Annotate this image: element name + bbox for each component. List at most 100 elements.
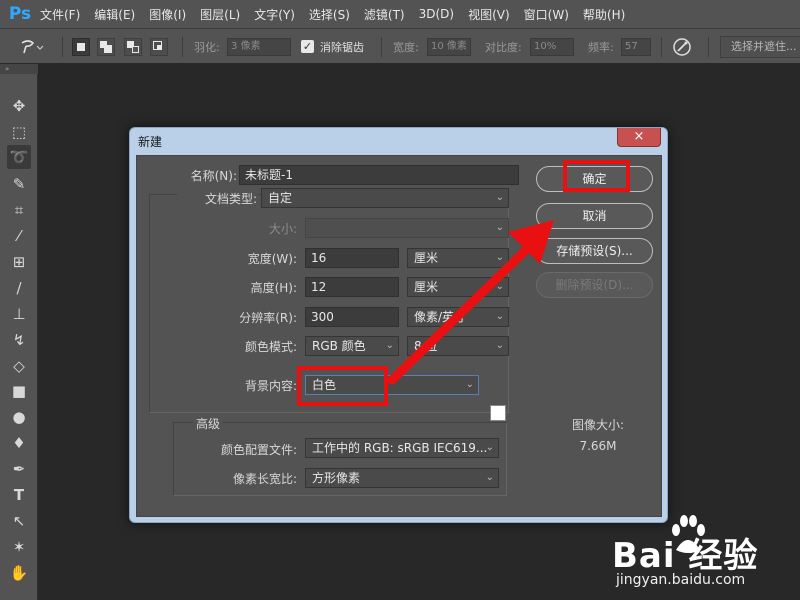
background-color-swatch[interactable] (490, 405, 506, 421)
chevron-down-icon: ⌄ (495, 281, 504, 292)
menu-image[interactable]: 图像(I) (149, 6, 186, 23)
menu-bar: Ps 文件(F) 编辑(E) 图像(I) 图层(L) 文字(Y) 选择(S) 滤… (0, 0, 800, 28)
doc-type-select[interactable]: 自定 ⌄ (261, 188, 509, 208)
magnetic-lasso-icon[interactable] (18, 29, 44, 65)
options-bar: 羽化: 3 像素 ✓ 消除锯齿 宽度: 10 像素 对比度: 10% 频率: 5… (0, 28, 800, 64)
pixel-aspect-select[interactable]: 方形像素 ⌄ (305, 468, 499, 488)
chevron-down-icon: ⌄ (495, 340, 504, 351)
photoshop-logo: Ps (8, 4, 32, 24)
resolution-unit-select[interactable]: 像素/英寸 ⌄ (407, 307, 509, 327)
width-unit-select[interactable]: 厘米 ⌄ (407, 248, 509, 268)
frequency-label: 频率: (588, 41, 614, 54)
brush-tool-icon[interactable]: ∕ (7, 276, 31, 300)
chevron-down-icon: ⌄ (485, 472, 494, 483)
doc-type-label: 文档类型: (177, 190, 257, 207)
width-input[interactable]: 16 (305, 248, 399, 268)
chevron-down-icon: ⌄ (495, 222, 504, 233)
chevron-down-icon: ⌄ (495, 192, 504, 203)
menu-help[interactable]: 帮助(H) (583, 6, 625, 23)
chevron-down-icon: ⌄ (495, 311, 504, 322)
dodge-tool-icon[interactable]: ♦ (7, 431, 31, 455)
pen-tool-icon[interactable]: ✒ (7, 457, 31, 481)
width-unit-value: 厘米 (414, 251, 439, 265)
eyedropper-tool-icon[interactable]: ⁄ (7, 224, 31, 248)
menu-view[interactable]: 视图(V) (468, 6, 510, 23)
feather-input[interactable]: 3 像素 (227, 38, 291, 56)
dialog-title: 新建 (138, 135, 163, 149)
menu-window[interactable]: 窗口(W) (524, 6, 569, 23)
menu-3d[interactable]: 3D(D) (419, 7, 454, 21)
blur-tool-icon[interactable]: ● (7, 405, 31, 429)
chevron-down-icon: ⌄ (465, 379, 474, 390)
resolution-unit-value: 像素/英寸 (414, 310, 467, 324)
crop-tool-icon[interactable]: ⌗ (7, 198, 31, 222)
watermark-url: jingyan.baidu.com (616, 572, 746, 588)
cancel-button[interactable]: 取消 (536, 203, 653, 229)
height-label: 高度(H): (250, 281, 297, 295)
background-highlight-box (297, 366, 388, 406)
image-size-label: 图像大小: (571, 418, 625, 432)
width-input[interactable]: 10 像素 (427, 38, 471, 56)
color-profile-label: 颜色配置文件: (220, 443, 297, 457)
tools-panel: » ✥ ⬚ ➰ ✎ ⌗ ⁄ ⊞ ∕ ⊥ ↯ ◇ ■ ● ♦ ✒ T ↖ ✶ ✋ (0, 64, 38, 600)
resolution-input[interactable]: 300 (305, 307, 399, 327)
delete-preset-button[interactable]: 删除预设(D)... (536, 272, 653, 298)
antialias-checkbox[interactable]: ✓ (301, 40, 314, 53)
menu-layer[interactable]: 图层(L) (200, 6, 240, 23)
background-label: 背景内容: (244, 379, 297, 393)
stamp-tool-icon[interactable]: ⊥ (7, 302, 31, 326)
new-selection-button[interactable] (72, 38, 90, 56)
baidu-logo: Bai 经验 (612, 536, 759, 576)
add-selection-button[interactable] (97, 38, 115, 56)
panel-collapse-icon[interactable]: » (0, 64, 38, 74)
name-input[interactable]: 未标题-1 (239, 165, 519, 185)
marquee-tool-icon[interactable]: ⬚ (7, 120, 31, 144)
pressure-icon[interactable] (672, 29, 692, 65)
intersect-selection-button[interactable] (150, 38, 168, 56)
move-tool-icon[interactable]: ✥ (7, 94, 31, 118)
bit-depth-select[interactable]: 8 位 ⌄ (407, 336, 509, 356)
feather-label: 羽化: (194, 41, 220, 54)
size-select[interactable]: ⌄ (305, 218, 509, 238)
pixel-aspect-value: 方形像素 (312, 471, 361, 485)
separator (661, 37, 662, 57)
select-and-mask-button[interactable]: 选择并遮住... (720, 36, 800, 58)
width-label: 宽度(W): (247, 252, 297, 266)
menu-edit[interactable]: 编辑(E) (94, 6, 135, 23)
color-mode-value: RGB 颜色 (312, 339, 366, 353)
image-size-value: 7.66M (579, 439, 617, 453)
contrast-label: 对比度: (485, 41, 522, 54)
subtract-selection-button[interactable] (124, 38, 142, 56)
lasso-tool-icon[interactable]: ➰ (7, 145, 31, 169)
baidu-jingyan-watermark: Bai 经验 jingyan.baidu.com (606, 512, 796, 598)
doc-type-value: 自定 (268, 191, 293, 205)
save-preset-button[interactable]: 存储预设(S)... (536, 238, 653, 264)
height-input[interactable]: 12 (305, 277, 399, 297)
hand-tool-icon[interactable]: ✋ (7, 561, 31, 585)
frequency-input[interactable]: 57 (621, 38, 651, 56)
menu-type[interactable]: 文字(Y) (254, 6, 295, 23)
resolution-label: 分辨率(R): (239, 311, 297, 325)
close-button[interactable]: × (617, 128, 661, 147)
color-mode-label: 颜色模式: (244, 340, 297, 354)
width-label: 宽度: (393, 41, 419, 54)
color-profile-select[interactable]: 工作中的 RGB: sRGB IEC619... ⌄ (305, 438, 499, 458)
dialog-body: 名称(N): 未标题-1 文档类型: 自定 ⌄ 大小: ⌄ 宽度(W): 16 … (136, 155, 662, 517)
separator (182, 37, 183, 57)
healing-tool-icon[interactable]: ⊞ (7, 250, 31, 274)
menu-filter[interactable]: 滤镜(T) (364, 6, 405, 23)
eraser-tool-icon[interactable]: ◇ (7, 354, 31, 378)
type-tool-icon[interactable]: T (7, 483, 31, 507)
color-mode-select[interactable]: RGB 颜色 ⌄ (305, 336, 399, 356)
gradient-tool-icon[interactable]: ■ (7, 379, 31, 403)
menu-file[interactable]: 文件(F) (40, 6, 80, 23)
height-unit-select[interactable]: 厘米 ⌄ (407, 277, 509, 297)
contrast-input[interactable]: 10% (530, 38, 574, 56)
menu-select[interactable]: 选择(S) (309, 6, 350, 23)
path-select-tool-icon[interactable]: ↖ (7, 509, 31, 533)
shape-tool-icon[interactable]: ✶ (7, 535, 31, 559)
history-brush-tool-icon[interactable]: ↯ (7, 328, 31, 352)
quick-select-tool-icon[interactable]: ✎ (7, 172, 31, 196)
advanced-label: 高级 (193, 415, 224, 432)
antialias-label: 消除锯齿 (320, 41, 364, 54)
